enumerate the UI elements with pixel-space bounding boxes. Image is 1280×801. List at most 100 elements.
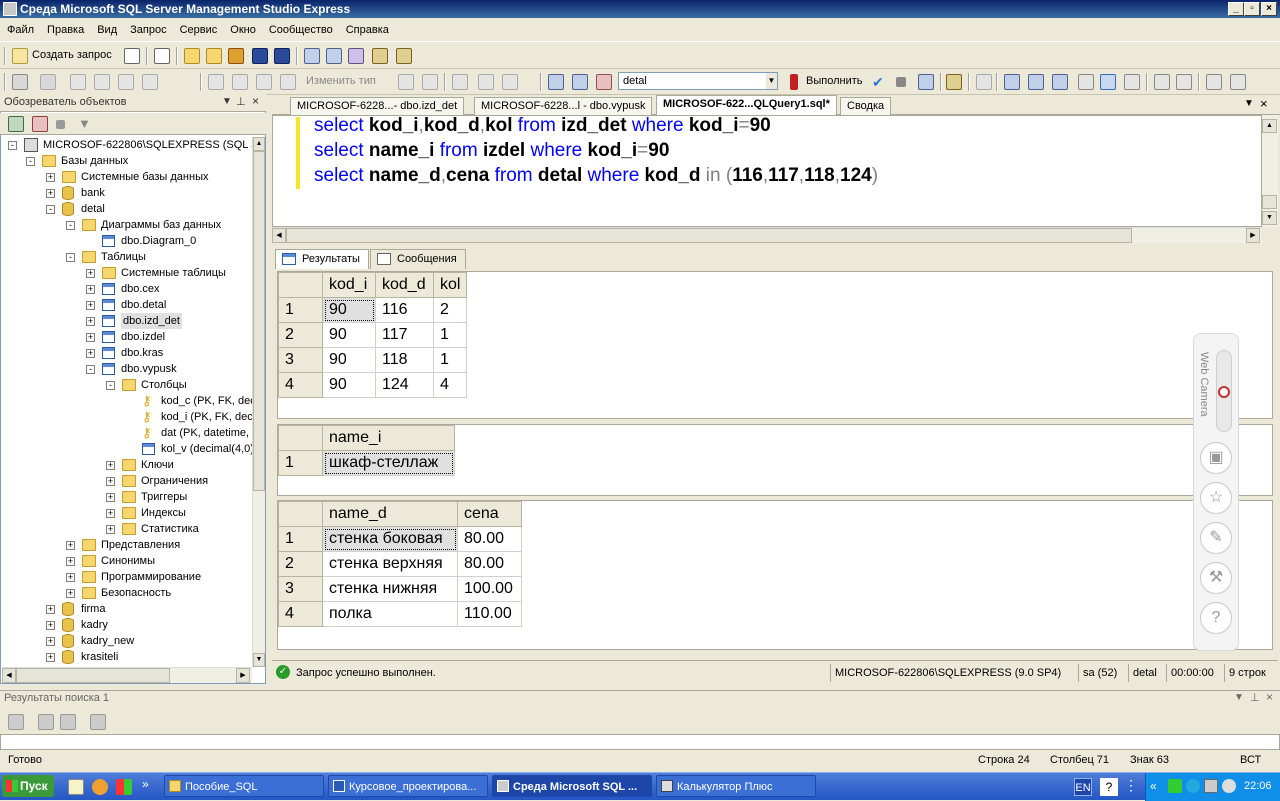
expand-icon[interactable]: + xyxy=(106,477,115,486)
clear-icon[interactable] xyxy=(90,714,106,730)
xml-icon[interactable] xyxy=(118,74,134,90)
quicklaunch-more-icon[interactable]: » xyxy=(142,777,149,791)
cell[interactable]: 1 xyxy=(432,322,468,348)
taskbar-item-4[interactable]: Калькулятор Плюс xyxy=(656,775,816,797)
search-close-icon[interactable]: × xyxy=(1266,690,1273,704)
tree-node[interactable]: + Индексы xyxy=(2,505,252,521)
show-sql-icon[interactable] xyxy=(256,74,272,90)
row-number[interactable]: 3 xyxy=(278,576,323,602)
cell[interactable]: 117 xyxy=(375,322,434,348)
code-line[interactable]: select name_d,cena from detal where kod_… xyxy=(314,164,878,188)
tree-node[interactable]: - Столбцы xyxy=(2,377,252,393)
table-row[interactable]: 1 стенка боковая 80.00 xyxy=(278,526,522,552)
cell[interactable]: стенка нижняя xyxy=(322,576,458,602)
increase-indent-icon[interactable] xyxy=(1230,74,1246,90)
tree-node[interactable]: + Системные базы данных xyxy=(2,169,252,185)
tree-node[interactable]: + Ключи xyxy=(2,457,252,473)
tree-node[interactable]: + Системные таблицы xyxy=(2,265,252,281)
comment-icon[interactable] xyxy=(1154,74,1170,90)
expand-icon[interactable]: + xyxy=(86,317,95,326)
tree-node[interactable]: + Программирование xyxy=(2,569,252,585)
ab-icon[interactable] xyxy=(94,74,110,90)
taskbar-item-1[interactable]: Пособие_SQL xyxy=(164,775,324,797)
cell[interactable]: стенка боковая xyxy=(322,526,458,552)
skype-icon[interactable] xyxy=(1186,779,1200,793)
filter-icon[interactable]: ▼ xyxy=(78,116,94,132)
tree-vertical-scrollbar[interactable]: ▲ ▼ xyxy=(252,137,265,667)
collapse-icon[interactable]: - xyxy=(66,221,75,230)
help-tray-icon[interactable]: ? xyxy=(1100,778,1118,796)
table-row[interactable]: 3 стенка нижняя 100.00 xyxy=(278,576,522,602)
editor-horizontal-scrollbar[interactable]: ◀ ▶ xyxy=(272,227,1262,243)
execute-sql-icon[interactable] xyxy=(398,74,414,90)
save-icon[interactable] xyxy=(252,48,268,64)
quicklaunch-windows-icon[interactable] xyxy=(116,779,132,795)
cell[interactable]: 90 xyxy=(322,347,376,373)
expand-icon[interactable]: + xyxy=(106,461,115,470)
save-all-icon[interactable] xyxy=(274,48,290,64)
table-row[interactable]: 4 полка 110.00 xyxy=(278,601,522,627)
expand-icon[interactable]: + xyxy=(46,173,55,182)
search-pin-icon[interactable]: ⊥ xyxy=(1250,691,1260,704)
tree-node[interactable]: + kadry_new xyxy=(2,633,252,649)
taskbar-item-3[interactable]: Среда Microsoft SQL ... xyxy=(492,775,652,797)
wrench-icon[interactable]: ⚒ xyxy=(1200,562,1232,594)
connect-object-explorer-icon[interactable] xyxy=(8,116,24,132)
expand-icon[interactable]: + xyxy=(66,573,75,582)
expand-icon[interactable]: + xyxy=(46,653,55,662)
cell[interactable]: 80.00 xyxy=(457,526,522,552)
show-diagram-icon[interactable] xyxy=(208,74,224,90)
table-row[interactable]: 1 шкаф-стеллаж xyxy=(278,450,455,476)
diagram-icon[interactable] xyxy=(70,74,86,90)
show-results-icon[interactable] xyxy=(280,74,296,90)
column-header[interactable]: name_i xyxy=(322,425,455,451)
volume-icon[interactable] xyxy=(1222,779,1236,793)
tray-expand-icon[interactable]: « xyxy=(1150,779,1157,793)
new-file-icon[interactable] xyxy=(124,48,140,64)
cell[interactable]: стенка верхняя xyxy=(322,551,458,577)
results-to-text-icon[interactable] xyxy=(1078,74,1094,90)
toolbox-icon[interactable] xyxy=(396,48,412,64)
code-line[interactable]: select kod_i,kod_d,kol from izd_det wher… xyxy=(314,114,771,138)
expand-icon[interactable]: + xyxy=(46,637,55,646)
menu-item-3[interactable]: Вид xyxy=(90,20,123,36)
grid-corner[interactable] xyxy=(278,425,323,451)
tree-node[interactable]: + firma xyxy=(2,601,252,617)
collapse-icon[interactable]: - xyxy=(26,157,35,166)
query-designer-icon[interactable] xyxy=(946,74,962,90)
tree-node[interactable]: + krasiteli xyxy=(2,649,252,665)
uncomment-icon[interactable] xyxy=(1176,74,1192,90)
tree-node[interactable]: - dbo.vypusk xyxy=(2,361,252,377)
results-text-icon[interactable] xyxy=(1052,74,1068,90)
include-plan-icon[interactable] xyxy=(1004,74,1020,90)
row-number[interactable]: 4 xyxy=(278,372,323,398)
new-query-button[interactable]: Создать запрос xyxy=(32,49,112,61)
pin-icon[interactable]: ⊥ xyxy=(236,95,246,108)
add-table-icon[interactable] xyxy=(478,74,494,90)
expand-icon[interactable]: + xyxy=(106,509,115,518)
minimize-button[interactable]: _ xyxy=(1228,2,1244,16)
parse-icon[interactable]: ✔ xyxy=(872,74,888,90)
open-icon[interactable] xyxy=(184,48,200,64)
tree-node[interactable]: + dbo.izdel xyxy=(2,329,252,345)
cell[interactable]: 116 xyxy=(375,297,434,323)
cell[interactable]: 4 xyxy=(432,372,468,398)
maximize-button[interactable]: ▫ xyxy=(1244,2,1260,16)
row-number[interactable]: 1 xyxy=(278,450,323,476)
tray-options-icon[interactable]: ⋮ xyxy=(1124,777,1138,794)
expand-icon[interactable]: + xyxy=(86,349,95,358)
stop-icon[interactable] xyxy=(56,120,65,129)
expand-icon[interactable]: + xyxy=(46,621,55,630)
column-header[interactable]: kol xyxy=(432,272,468,298)
expand-icon[interactable]: + xyxy=(86,269,95,278)
tree-node[interactable]: + kadry xyxy=(2,617,252,633)
collapse-icon[interactable]: - xyxy=(86,365,95,374)
menu-item-5[interactable]: Сервис xyxy=(173,20,224,36)
table-row[interactable]: 2 90 117 1 xyxy=(278,322,468,348)
tree-node[interactable]: - MICROSOF-622806\SQLEXPRESS (SQL Ser xyxy=(2,137,252,153)
disconnect-icon[interactable] xyxy=(40,74,56,90)
add-derived-icon[interactable] xyxy=(502,74,518,90)
connect-icon[interactable] xyxy=(12,74,28,90)
tab-results[interactable]: Результаты xyxy=(275,249,369,269)
client-stats-icon[interactable] xyxy=(1028,74,1044,90)
